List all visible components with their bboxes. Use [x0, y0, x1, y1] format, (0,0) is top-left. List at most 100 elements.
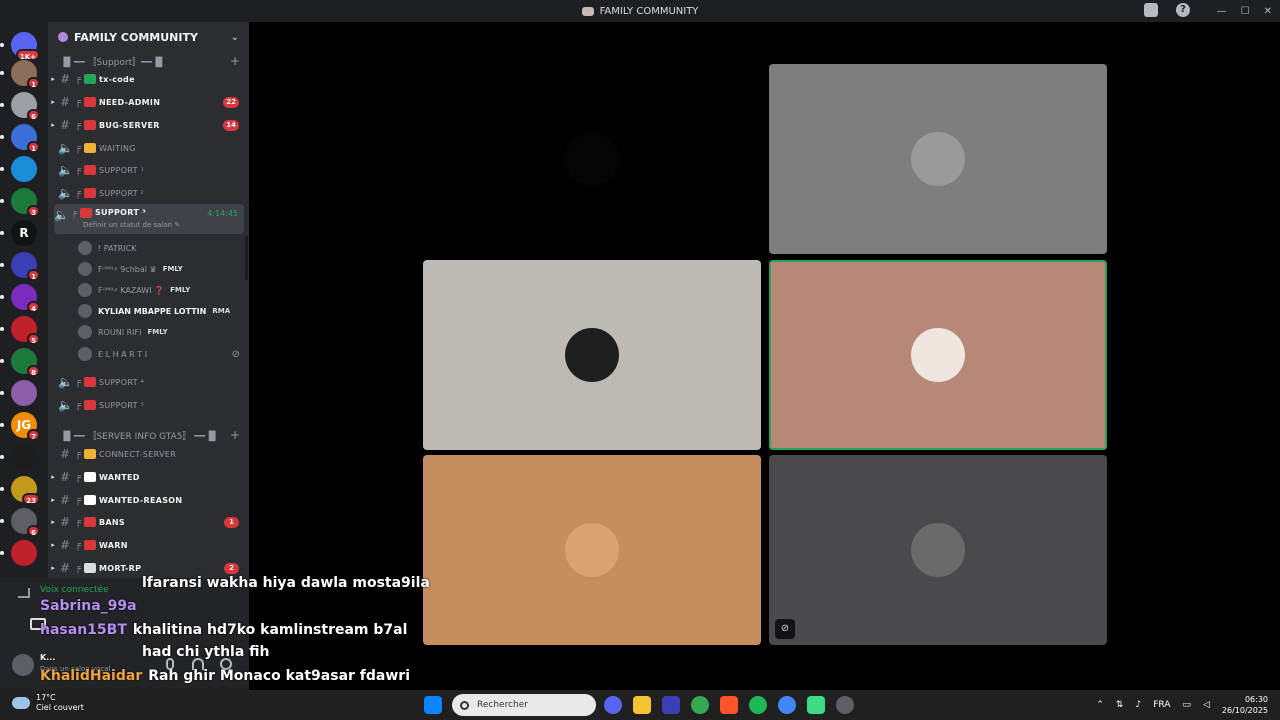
hash-icon: # — [59, 515, 71, 529]
discord-home-icon[interactable]: 1K+ — [0, 32, 40, 61]
server-icon[interactable]: 3 — [0, 188, 40, 217]
clock[interactable]: 06:30 26/10/2025 — [1222, 694, 1268, 716]
participant-tile[interactable] — [769, 64, 1107, 254]
hash-icon: # — [59, 95, 71, 109]
chevron-up-icon[interactable]: ⌃ — [1096, 700, 1104, 710]
taskbar-search[interactable]: Rechercher — [452, 694, 596, 716]
hash-icon: # — [59, 561, 71, 575]
server-icon[interactable] — [0, 156, 37, 182]
server-icon[interactable]: 1 — [0, 252, 40, 281]
speaker-icon: 🔈 — [58, 398, 73, 412]
member-tag: FMLY — [170, 286, 191, 294]
thread-icon: ╒ — [74, 539, 82, 551]
server-badge: 1 — [27, 269, 40, 281]
member-avatar — [78, 262, 92, 276]
chrome-icon[interactable] — [691, 696, 709, 714]
play-store-icon[interactable] — [807, 696, 825, 714]
display-icon[interactable]: ▭ — [1182, 700, 1191, 710]
discord-app-icon[interactable] — [604, 696, 622, 714]
server-icon[interactable]: 6 — [0, 92, 40, 121]
server-icon[interactable]: 4 — [0, 284, 40, 313]
voice-member[interactable]: Fᴬᴹᴵᴸʸ 9chbal ♛ FMLY — [78, 259, 248, 279]
text-channel[interactable]: # ╒ CONNECT-SERVER — [48, 444, 249, 464]
language-indicator[interactable]: FRA — [1153, 700, 1170, 710]
speaker-icon: 🔈 — [58, 163, 73, 177]
member-avatar — [78, 347, 92, 361]
mention-badge: 22 — [223, 96, 239, 108]
text-channel[interactable]: ▸ # ╒ BANS 1 — [48, 512, 249, 532]
text-channel[interactable]: ▸ # ╒ BUG-SERVER 14 — [48, 115, 249, 135]
member-avatar — [78, 283, 92, 297]
active-app-icon[interactable] — [662, 696, 680, 714]
help-icon[interactable]: ? — [1176, 3, 1190, 17]
server-badge: 8 — [27, 365, 40, 377]
minimize-button[interactable]: — — [1217, 6, 1227, 17]
channel-sidebar: FAMILY COMMUNITY ⌄ ▐▌━━ 〚Support〛━━▐▌ + ▐▌… — [48, 22, 249, 578]
weather-widget[interactable]: 17°C Ciel couvert — [12, 693, 84, 713]
server-unread-pip — [0, 391, 4, 395]
search-icon — [460, 700, 469, 710]
brave-icon[interactable] — [720, 696, 738, 714]
voice-channel[interactable]: 🔈 ╒ SUPPORT ⁴ — [48, 372, 249, 392]
thread-icon: ╒ — [74, 516, 82, 528]
thread-icon: ╒ — [74, 448, 82, 460]
server-icon[interactable]: 1 — [0, 60, 40, 89]
participant-tile[interactable] — [769, 260, 1107, 450]
text-channel[interactable]: ▸ # ╒ WARN — [48, 535, 249, 555]
text-channel[interactable]: ▸ # ╒ NEED-ADMIN 22 — [48, 92, 249, 112]
participant-avatar — [565, 328, 619, 382]
member-tag: FMLY — [162, 265, 183, 273]
participant-tile[interactable] — [423, 455, 761, 645]
spotify-icon[interactable] — [749, 696, 767, 714]
member-avatar — [78, 325, 92, 339]
voice-channel[interactable]: 🔈 ╒ SUPPORT ¹ — [48, 160, 249, 180]
add-channel-icon[interactable]: + — [230, 428, 240, 442]
text-channel[interactable]: ▸ # ╒ tx-code — [48, 69, 249, 89]
channel-name: BUG-SERVER — [99, 120, 160, 130]
thread-icon: ╒ — [74, 119, 82, 131]
chat-username: Sabrina_99a — [40, 598, 137, 614]
voice-channel[interactable]: 🔈 ╒ WAITING — [48, 138, 249, 158]
voice-member[interactable]: Fᴬᴹᴵᴸʸ KAZAWI ❓ FMLY — [78, 280, 248, 300]
windows-start-icon[interactable] — [424, 696, 442, 714]
active-voice-channel[interactable]: 🔈 ╒ SUPPORT ³ 4:14:45 Définir un statut de s… — [54, 204, 244, 234]
app-icon[interactable] — [836, 696, 854, 714]
user-avatar[interactable] — [12, 654, 34, 676]
text-channel[interactable]: ▸ # ╒ WANTED — [48, 467, 249, 487]
inbox-icon[interactable] — [1144, 3, 1158, 17]
close-button[interactable]: ✕ — [1264, 6, 1272, 17]
server-icon[interactable]: 8 — [0, 348, 40, 377]
participant-tile[interactable] — [423, 64, 761, 254]
member-avatar — [78, 241, 92, 255]
channel-category[interactable]: ▐▌━━ 〚Support〛━━▐▌ + — [60, 54, 240, 68]
server-icon[interactable]: 6 — [0, 508, 40, 537]
channel-status[interactable]: Définir un statut de salon ✎ — [83, 221, 180, 229]
server-icon[interactable]: 1 — [0, 124, 40, 153]
server-icon[interactable] — [0, 380, 37, 406]
add-channel-icon[interactable]: + — [230, 54, 240, 68]
mic-tray-icon[interactable]: ♪ — [1135, 700, 1141, 710]
server-icon[interactable]: 5 — [0, 316, 40, 345]
server-icon[interactable]: R — [0, 220, 37, 246]
server-icon[interactable] — [0, 444, 37, 470]
server-icon[interactable]: JG 7 — [0, 412, 40, 441]
channel-emoji-icon — [84, 188, 96, 198]
voice-member[interactable]: ! PATRICK — [78, 238, 248, 258]
participant-tile[interactable] — [423, 260, 761, 450]
volume-icon[interactable]: ◁ — [1203, 700, 1210, 710]
channel-category[interactable]: ▐▌━━ 〚SERVER INFO GTA5〛 ━━▐▌ + — [60, 428, 240, 442]
server-icon[interactable]: 23 — [0, 476, 40, 505]
guild-header[interactable]: FAMILY COMMUNITY ⌄ — [48, 22, 249, 52]
text-channel[interactable]: ▸ # ╒ WANTED-REASON — [48, 490, 249, 510]
server-icon[interactable] — [0, 540, 37, 566]
file-explorer-icon[interactable] — [633, 696, 651, 714]
voice-channel[interactable]: 🔈 ╒ SUPPORT ⁵ — [48, 395, 249, 415]
network-icon[interactable]: ⇅ — [1116, 700, 1124, 710]
voice-member[interactable]: ROUNI RIFI FMLY — [78, 322, 248, 342]
voice-member[interactable]: E L H A R T I ⊘ — [78, 344, 248, 364]
voice-channel[interactable]: 🔈 ╒ SUPPORT ² — [48, 183, 249, 203]
voice-member[interactable]: KYLIAN MBAPPE LOTTIN RMA — [78, 301, 248, 321]
chrome-alt-icon[interactable] — [778, 696, 796, 714]
maximize-button[interactable]: ☐ — [1241, 6, 1250, 17]
participant-tile[interactable]: ⊘ — [769, 455, 1107, 645]
